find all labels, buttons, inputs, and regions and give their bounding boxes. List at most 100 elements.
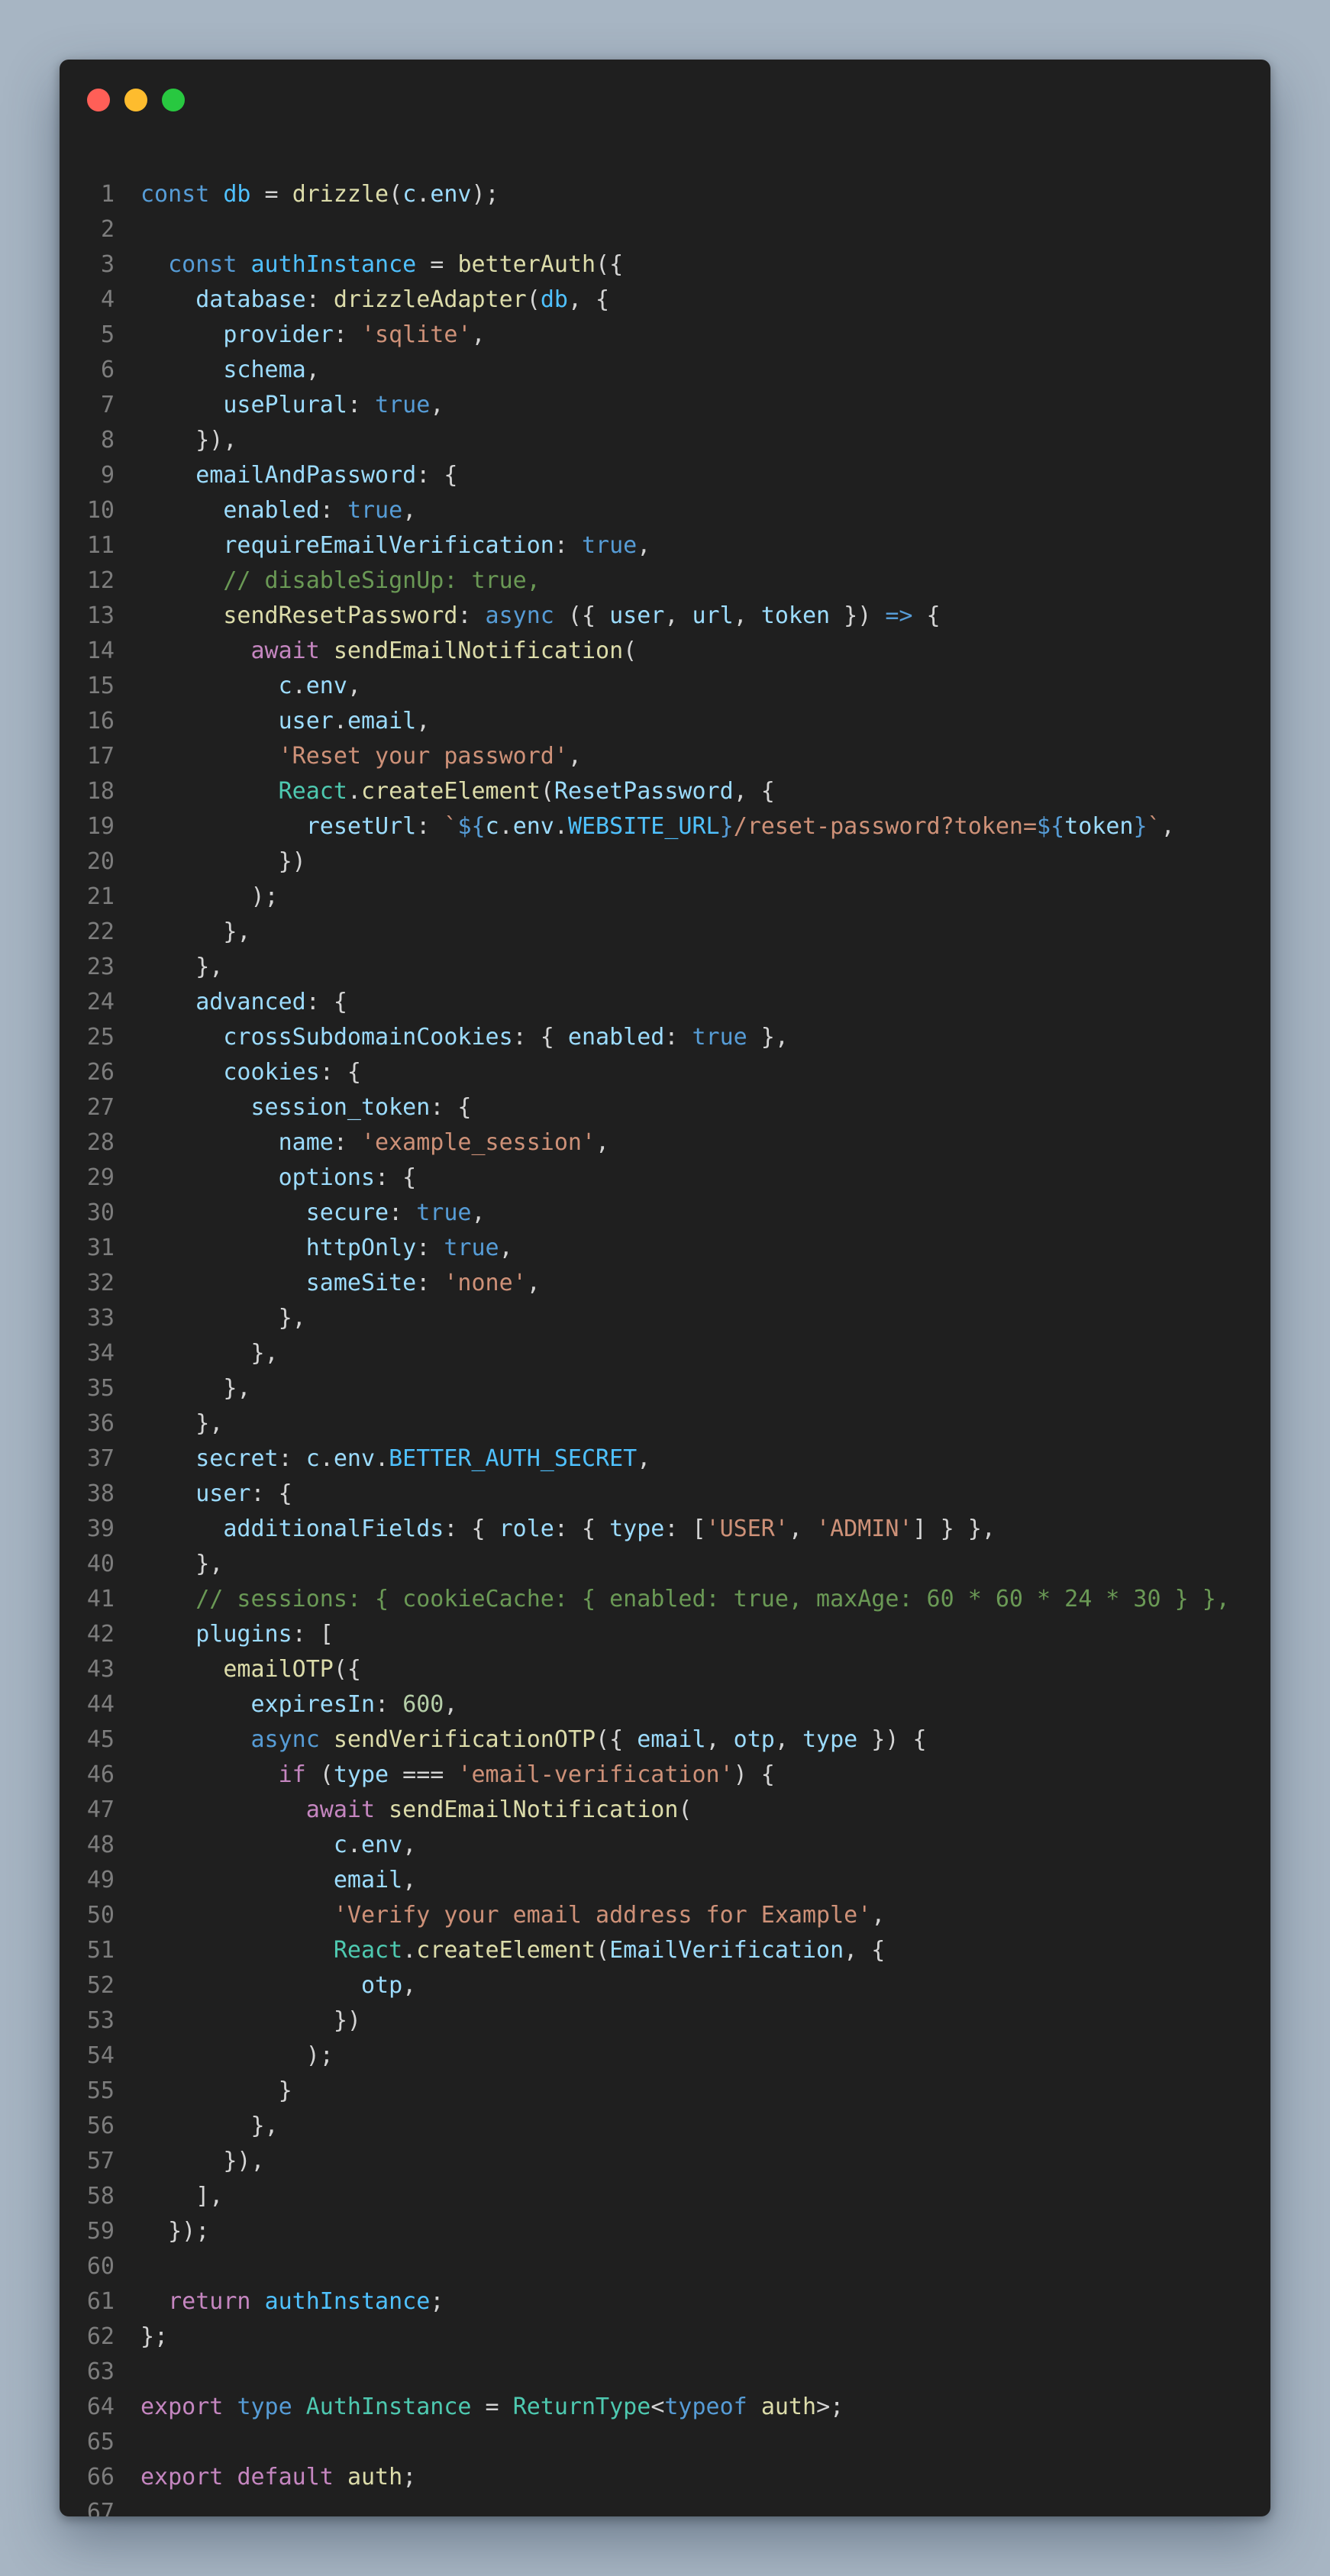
code-text[interactable]: }, <box>140 915 250 950</box>
minimize-button[interactable] <box>124 89 147 111</box>
code-line[interactable]: 51 React.createElement(EmailVerification… <box>60 1933 1270 1968</box>
code-text[interactable]: schema, <box>140 353 319 388</box>
code-line[interactable]: 29 options: { <box>60 1160 1270 1196</box>
code-line[interactable]: 12 // disableSignUp: true, <box>60 563 1270 599</box>
code-editor[interactable]: 1 const db = drizzle(c.env); 2 3 const auth… <box>60 177 1270 2516</box>
code-text[interactable]: additionalFields: { role: { type: ['USER… <box>140 1512 995 1547</box>
code-line[interactable]: 39 additionalFields: { role: { type: ['U… <box>60 1512 1270 1547</box>
code-text[interactable]: React.createElement(ResetPassword, { <box>140 774 775 809</box>
code-line[interactable]: 1 const db = drizzle(c.env); <box>60 177 1270 212</box>
code-line[interactable]: 31 httpOnly: true, <box>60 1231 1270 1266</box>
code-text[interactable]: session_token: { <box>140 1090 472 1125</box>
code-text[interactable]: // sessions: { cookieCache: { enabled: t… <box>140 1582 1230 1617</box>
code-text[interactable]: React.createElement(EmailVerification, { <box>140 1933 885 1968</box>
code-line[interactable]: 5 provider: 'sqlite', <box>60 318 1270 353</box>
code-line[interactable]: 52 otp, <box>60 1968 1270 2003</box>
code-text[interactable]: export type AuthInstance = ReturnType<ty… <box>140 2390 844 2425</box>
code-text[interactable]: }), <box>140 423 237 458</box>
code-line[interactable]: 64 export type AuthInstance = ReturnType<… <box>60 2390 1270 2425</box>
code-line[interactable]: 58 ], <box>60 2179 1270 2214</box>
code-text[interactable]: resetUrl: `${c.env.WEBSITE_URL}/reset-pa… <box>140 809 1175 844</box>
code-line[interactable]: 4 database: drizzleAdapter(db, { <box>60 282 1270 318</box>
code-text[interactable]: user: { <box>140 1477 292 1512</box>
code-line[interactable]: 3 const authInstance = betterAuth({ <box>60 247 1270 282</box>
code-line[interactable]: 59 }); <box>60 2214 1270 2249</box>
code-text[interactable]: ); <box>140 2039 334 2074</box>
code-line[interactable]: 33 }, <box>60 1301 1270 1336</box>
code-text[interactable]: requireEmailVerification: true, <box>140 528 650 563</box>
code-text[interactable]: }, <box>140 1371 250 1406</box>
code-line[interactable]: 62}; <box>60 2319 1270 2355</box>
code-line[interactable]: 23 }, <box>60 950 1270 985</box>
code-text[interactable]: c.env, <box>140 1828 416 1863</box>
code-line[interactable]: 18 React.createElement(ResetPassword, { <box>60 774 1270 809</box>
maximize-button[interactable] <box>162 89 185 111</box>
code-line[interactable]: 41 // sessions: { cookieCache: { enabled… <box>60 1582 1270 1617</box>
code-line[interactable]: 53 }) <box>60 2003 1270 2039</box>
code-line[interactable]: 25 crossSubdomainCookies: { enabled: tru… <box>60 1020 1270 1055</box>
code-text[interactable]: options: { <box>140 1160 417 1196</box>
code-text[interactable]: }, <box>140 2109 278 2144</box>
code-text[interactable]: expiresIn: 600, <box>140 1687 458 1722</box>
code-text[interactable]: emailAndPassword: { <box>140 458 457 493</box>
code-line[interactable]: 20 }) <box>60 844 1270 880</box>
code-text[interactable]: crossSubdomainCookies: { enabled: true }… <box>140 1020 789 1055</box>
code-text[interactable]: }, <box>140 1336 278 1371</box>
code-text[interactable]: await sendEmailNotification( <box>140 634 638 669</box>
code-line[interactable]: 13 sendResetPassword: async ({ user, url… <box>60 599 1270 634</box>
code-line[interactable]: 2 <box>60 212 1270 247</box>
code-line[interactable]: 46 if (type === 'email-verification') { <box>60 1758 1270 1793</box>
code-line[interactable]: 45 async sendVerificationOTP({ email, ot… <box>60 1722 1270 1758</box>
code-line[interactable]: 35 }, <box>60 1371 1270 1406</box>
code-text[interactable]: } <box>140 2074 292 2109</box>
code-text[interactable]: const authInstance = betterAuth({ <box>140 247 623 282</box>
code-line[interactable]: 14 await sendEmailNotification( <box>60 634 1270 669</box>
code-line[interactable]: 9 emailAndPassword: { <box>60 458 1270 493</box>
code-line[interactable]: 28 name: 'example_session', <box>60 1125 1270 1160</box>
code-text[interactable]: }, <box>140 1301 306 1336</box>
code-text[interactable]: return authInstance; <box>140 2284 444 2319</box>
code-text[interactable]: if (type === 'email-verification') { <box>140 1758 775 1793</box>
code-line[interactable]: 38 user: { <box>60 1477 1270 1512</box>
code-line[interactable]: 63 <box>60 2355 1270 2390</box>
code-line[interactable]: 44 expiresIn: 600, <box>60 1687 1270 1722</box>
code-text[interactable]: }; <box>140 2319 168 2355</box>
code-text[interactable]: usePlural: true, <box>140 388 444 423</box>
code-text[interactable]: }); <box>140 2214 209 2249</box>
code-line[interactable]: 40 }, <box>60 1547 1270 1582</box>
code-text[interactable]: }) <box>140 2003 361 2039</box>
code-line[interactable]: 48 c.env, <box>60 1828 1270 1863</box>
code-text[interactable]: provider: 'sqlite', <box>140 318 485 353</box>
code-line[interactable]: 15 c.env, <box>60 669 1270 704</box>
code-text[interactable]: name: 'example_session', <box>140 1125 609 1160</box>
code-text[interactable]: sendResetPassword: async ({ user, url, t… <box>140 599 940 634</box>
code-line[interactable]: 30 secure: true, <box>60 1196 1270 1231</box>
code-text[interactable]: plugins: [ <box>140 1617 334 1652</box>
code-line[interactable]: 55 } <box>60 2074 1270 2109</box>
code-text[interactable]: }, <box>140 1406 223 1441</box>
close-button[interactable] <box>87 89 110 111</box>
code-line[interactable]: 8 }), <box>60 423 1270 458</box>
code-line[interactable]: 57 }), <box>60 2144 1270 2179</box>
code-text[interactable]: 'Reset your password', <box>140 739 582 774</box>
code-line[interactable]: 22 }, <box>60 915 1270 950</box>
code-line[interactable]: 11 requireEmailVerification: true, <box>60 528 1270 563</box>
code-line[interactable]: 42 plugins: [ <box>60 1617 1270 1652</box>
code-text[interactable]: export default auth; <box>140 2460 416 2495</box>
code-text[interactable]: // disableSignUp: true, <box>140 563 540 599</box>
code-line[interactable]: 54 ); <box>60 2039 1270 2074</box>
code-text[interactable]: c.env, <box>140 669 361 704</box>
code-line[interactable]: 32 sameSite: 'none', <box>60 1266 1270 1301</box>
code-text[interactable]: advanced: { <box>140 985 347 1020</box>
code-text[interactable]: ], <box>140 2179 223 2214</box>
code-line[interactable]: 65 <box>60 2425 1270 2460</box>
code-line[interactable]: 10 enabled: true, <box>60 493 1270 528</box>
code-text[interactable]: httpOnly: true, <box>140 1231 513 1266</box>
code-text[interactable]: otp, <box>140 1968 416 2003</box>
code-text[interactable]: ); <box>140 880 278 915</box>
code-line[interactable]: 24 advanced: { <box>60 985 1270 1020</box>
code-text[interactable]: }), <box>140 2144 264 2179</box>
code-line[interactable]: 47 await sendEmailNotification( <box>60 1793 1270 1828</box>
code-line[interactable]: 66 export default auth; <box>60 2460 1270 2495</box>
code-text[interactable]: sameSite: 'none', <box>140 1266 541 1301</box>
